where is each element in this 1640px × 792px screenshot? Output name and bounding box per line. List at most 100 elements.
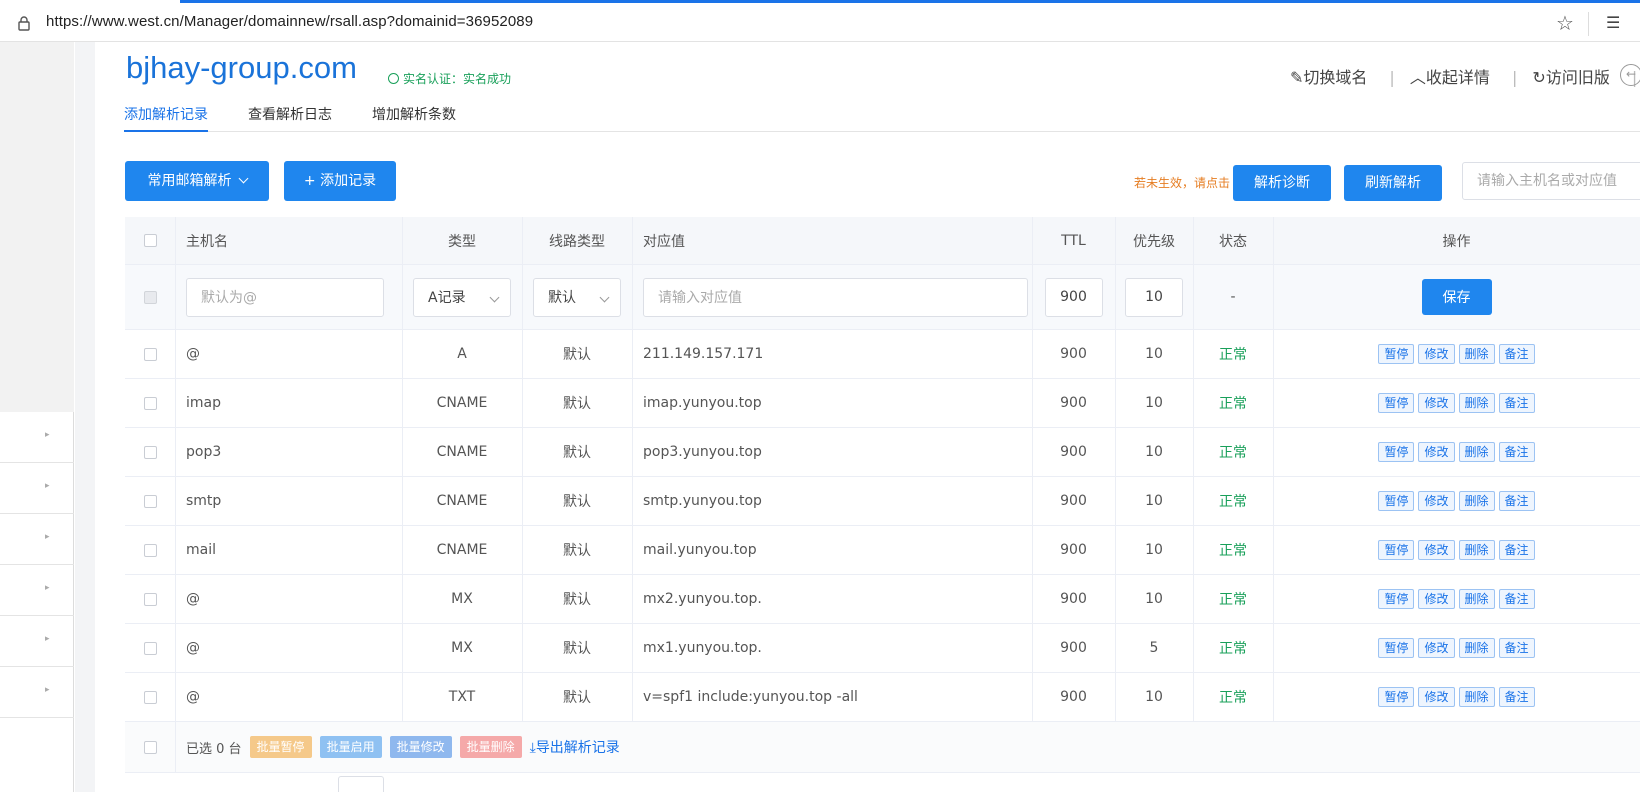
status-badge: 正常 — [1219, 445, 1247, 461]
delete-button[interactable]: 删除 — [1458, 344, 1495, 364]
edit-button[interactable]: 修改 — [1418, 344, 1455, 364]
row-checkbox[interactable] — [143, 347, 157, 361]
sidebar-menu-item[interactable]: ▸ — [0, 667, 74, 718]
note-button[interactable]: 备注 — [1498, 344, 1535, 364]
priority-cell: 10 — [1145, 395, 1163, 411]
collapse-details-link[interactable]: ︿收起详情 — [1410, 68, 1496, 87]
tab-view-log[interactable]: 查看解析日志 — [248, 104, 332, 132]
edit-button[interactable]: 修改 — [1418, 393, 1455, 413]
value-cell: v=spf1 include:yunyou.top -all — [643, 689, 858, 705]
save-button[interactable]: 保存 — [1421, 279, 1492, 315]
sidebar-menu-item[interactable]: ▸ — [0, 412, 74, 463]
mail-resolve-button[interactable]: 常用邮箱解析 — [125, 161, 269, 201]
row-checkbox[interactable] — [143, 234, 157, 247]
search-input[interactable]: 请输入主机名或对应值 — [1462, 162, 1640, 200]
row-checkbox[interactable] — [143, 445, 157, 459]
switch-domain-link[interactable]: ✎切换域名 — [1290, 68, 1373, 87]
bulk-enable-button[interactable]: 批量启用 — [319, 736, 382, 758]
header-host: 主机名 — [186, 233, 228, 250]
chevron-down-icon — [489, 292, 500, 302]
status-badge: 正常 — [1219, 690, 1247, 706]
pause-button[interactable]: 暂停 — [1378, 687, 1415, 707]
table-row: @ TXT 默认 v=spf1 include:yunyou.top -all 900 1… — [125, 673, 1640, 722]
sidebar-menu-item[interactable]: ▸ — [0, 565, 74, 616]
favorites-list-icon[interactable]: ☰ — [1606, 13, 1620, 32]
delete-button[interactable]: 删除 — [1458, 491, 1495, 511]
back-arrow-icon[interactable]: ← — [1620, 64, 1640, 86]
diagnose-button[interactable]: 解析诊断 — [1233, 165, 1331, 201]
host-cell: @ — [186, 346, 200, 362]
bulk-edit-button[interactable]: 批量修改 — [389, 736, 452, 758]
bookmark-star-icon[interactable]: ☆ — [1556, 11, 1574, 35]
verify-text: 实名认证：实名成功 — [403, 72, 512, 86]
note-button[interactable]: 备注 — [1498, 491, 1535, 511]
chevron-right-icon: ▸ — [45, 634, 50, 644]
type-cell: CNAME — [436, 395, 488, 411]
row-checkbox[interactable] — [143, 592, 157, 606]
address-bar[interactable]: https://www.west.cn/Manager/domainnew/rs… — [0, 4, 1640, 42]
url-text[interactable]: https://www.west.cn/Manager/domainnew/rs… — [46, 13, 533, 30]
delete-button[interactable]: 删除 — [1458, 540, 1495, 560]
priority-input[interactable]: 10 — [1125, 277, 1183, 317]
row-checkbox[interactable] — [143, 543, 157, 557]
chevron-down-icon — [238, 173, 248, 184]
export-records-link[interactable]: ⤓导出解析记录 — [530, 737, 620, 757]
record-type-select[interactable]: A记录 — [413, 277, 511, 317]
pause-button[interactable]: 暂停 — [1378, 393, 1415, 413]
note-button[interactable]: 备注 — [1498, 393, 1535, 413]
edit-button[interactable]: 修改 — [1418, 491, 1455, 511]
edit-button[interactable]: 修改 — [1418, 638, 1455, 658]
edit-button[interactable]: 修改 — [1418, 687, 1455, 707]
row-checkbox[interactable] — [143, 396, 157, 410]
old-version-link[interactable]: ↻访问旧版 — [1532, 68, 1615, 87]
row-checkbox[interactable] — [143, 690, 157, 704]
row-checkbox[interactable] — [143, 494, 157, 508]
note-button[interactable]: 备注 — [1498, 442, 1535, 462]
sidebar-menu-item[interactable]: ▸ — [0, 616, 74, 667]
delete-button[interactable]: 删除 — [1458, 638, 1495, 658]
line-cell: 默认 — [563, 445, 591, 461]
note-button[interactable]: 备注 — [1498, 687, 1535, 707]
pause-button[interactable]: 暂停 — [1378, 442, 1415, 462]
switch-domain-label: 切换域名 — [1303, 68, 1368, 87]
delete-button[interactable]: 删除 — [1458, 393, 1495, 413]
header-status: 状态 — [1219, 233, 1247, 250]
ttl-input[interactable]: 900 — [1044, 277, 1103, 317]
note-button[interactable]: 备注 — [1498, 638, 1535, 658]
pause-button[interactable]: 暂停 — [1378, 589, 1415, 609]
tab-add-record[interactable]: 添加解析记录 — [124, 104, 208, 132]
type-cell: A — [457, 346, 467, 362]
row-checkbox[interactable] — [143, 641, 157, 655]
note-button[interactable]: 备注 — [1498, 540, 1535, 560]
add-record-button[interactable]: + 添加记录 — [284, 161, 396, 201]
bulk-pause-button[interactable]: 批量暂停 — [249, 736, 312, 758]
pagination-stub[interactable] — [338, 776, 384, 792]
sidebar-menu-item[interactable]: ▸ — [0, 463, 74, 514]
sidebar-menu-item[interactable]: ▸ — [0, 514, 74, 565]
pause-button[interactable]: 暂停 — [1378, 540, 1415, 560]
bulk-delete-button[interactable]: 批量删除 — [459, 736, 522, 758]
header-value: 对应值 — [643, 233, 685, 250]
line-type-select[interactable]: 默认 — [533, 277, 621, 317]
delete-button[interactable]: 删除 — [1458, 687, 1495, 707]
row-checkbox[interactable] — [143, 740, 157, 754]
value-input[interactable]: 请输入对应值 — [643, 277, 1028, 317]
ttl-cell: 900 — [1060, 395, 1087, 411]
edit-button[interactable]: 修改 — [1418, 442, 1455, 462]
pause-button[interactable]: 暂停 — [1378, 491, 1415, 511]
line-cell: 默认 — [563, 347, 591, 363]
host-input[interactable]: 默认为@ — [186, 277, 384, 317]
delete-button[interactable]: 删除 — [1458, 442, 1495, 462]
note-button[interactable]: 备注 — [1498, 589, 1535, 609]
header-ttl: TTL — [1061, 232, 1086, 249]
type-cell: CNAME — [436, 493, 488, 509]
edit-button[interactable]: 修改 — [1418, 589, 1455, 609]
tab-add-count[interactable]: 增加解析条数 — [372, 104, 456, 132]
header-type: 类型 — [448, 233, 476, 250]
delete-button[interactable]: 删除 — [1458, 589, 1495, 609]
edit-button[interactable]: 修改 — [1418, 540, 1455, 560]
pause-button[interactable]: 暂停 — [1378, 638, 1415, 658]
refresh-button[interactable]: 刷新解析 — [1344, 165, 1442, 201]
user-icon — [388, 73, 399, 84]
pause-button[interactable]: 暂停 — [1378, 344, 1415, 364]
